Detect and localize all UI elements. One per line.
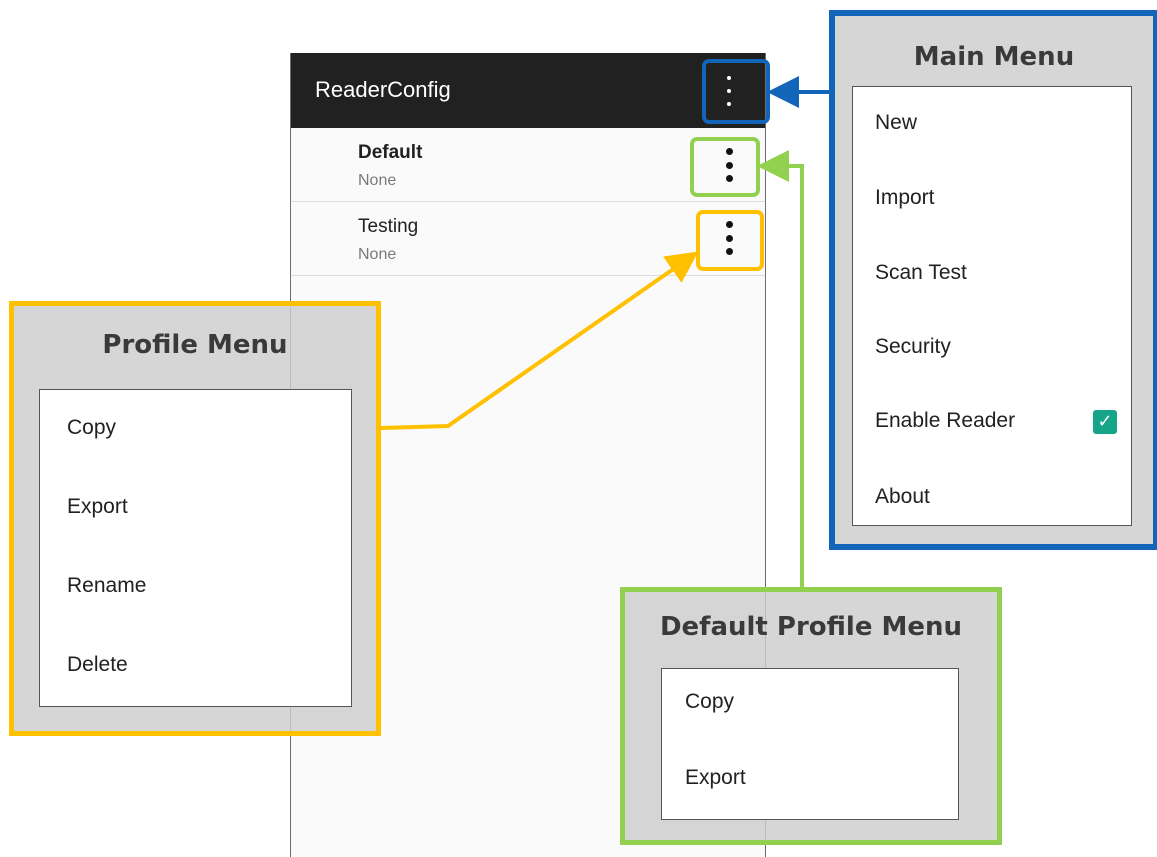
main-menu: New Import Scan Test Security Enable Rea…	[852, 86, 1132, 526]
callout-title: Main Menu	[913, 42, 1075, 72]
menu-item-copy[interactable]: Copy	[662, 683, 958, 723]
menu-item-copy[interactable]: Copy	[40, 409, 351, 449]
enable-reader-checkbox[interactable]: ✓	[1093, 410, 1117, 434]
default-profile-menu: Copy Export	[661, 668, 959, 820]
menu-item-about[interactable]: About	[853, 478, 1131, 518]
default-profile-menu-callout: Default Profile Menu Copy Export	[620, 587, 1002, 845]
menu-item-rename[interactable]: Rename	[40, 567, 351, 607]
menu-item-enable-reader[interactable]: Enable Reader ✓	[853, 402, 1131, 442]
callout-title: Default Profile Menu	[659, 612, 963, 642]
menu-item-security[interactable]: Security	[853, 328, 1131, 368]
profile-menu-arrow	[380, 251, 699, 430]
menu-item-scan-test[interactable]: Scan Test	[853, 254, 1131, 294]
menu-item-new[interactable]: New	[853, 104, 1131, 144]
menu-item-export[interactable]: Export	[662, 759, 958, 799]
menu-item-delete[interactable]: Delete	[40, 646, 351, 686]
default-profile-menu-arrow	[757, 150, 804, 587]
main-menu-callout: Main Menu New Import Scan Test Security …	[829, 10, 1157, 550]
menu-item-export[interactable]: Export	[40, 488, 351, 528]
profile-menu-callout: Profile Menu Copy Export Rename Delete	[9, 301, 381, 736]
profile-menu: Copy Export Rename Delete	[39, 389, 352, 707]
checkmark-icon: ✓	[1097, 411, 1113, 432]
callout-title: Profile Menu	[102, 330, 288, 360]
menu-item-import[interactable]: Import	[853, 179, 1131, 219]
